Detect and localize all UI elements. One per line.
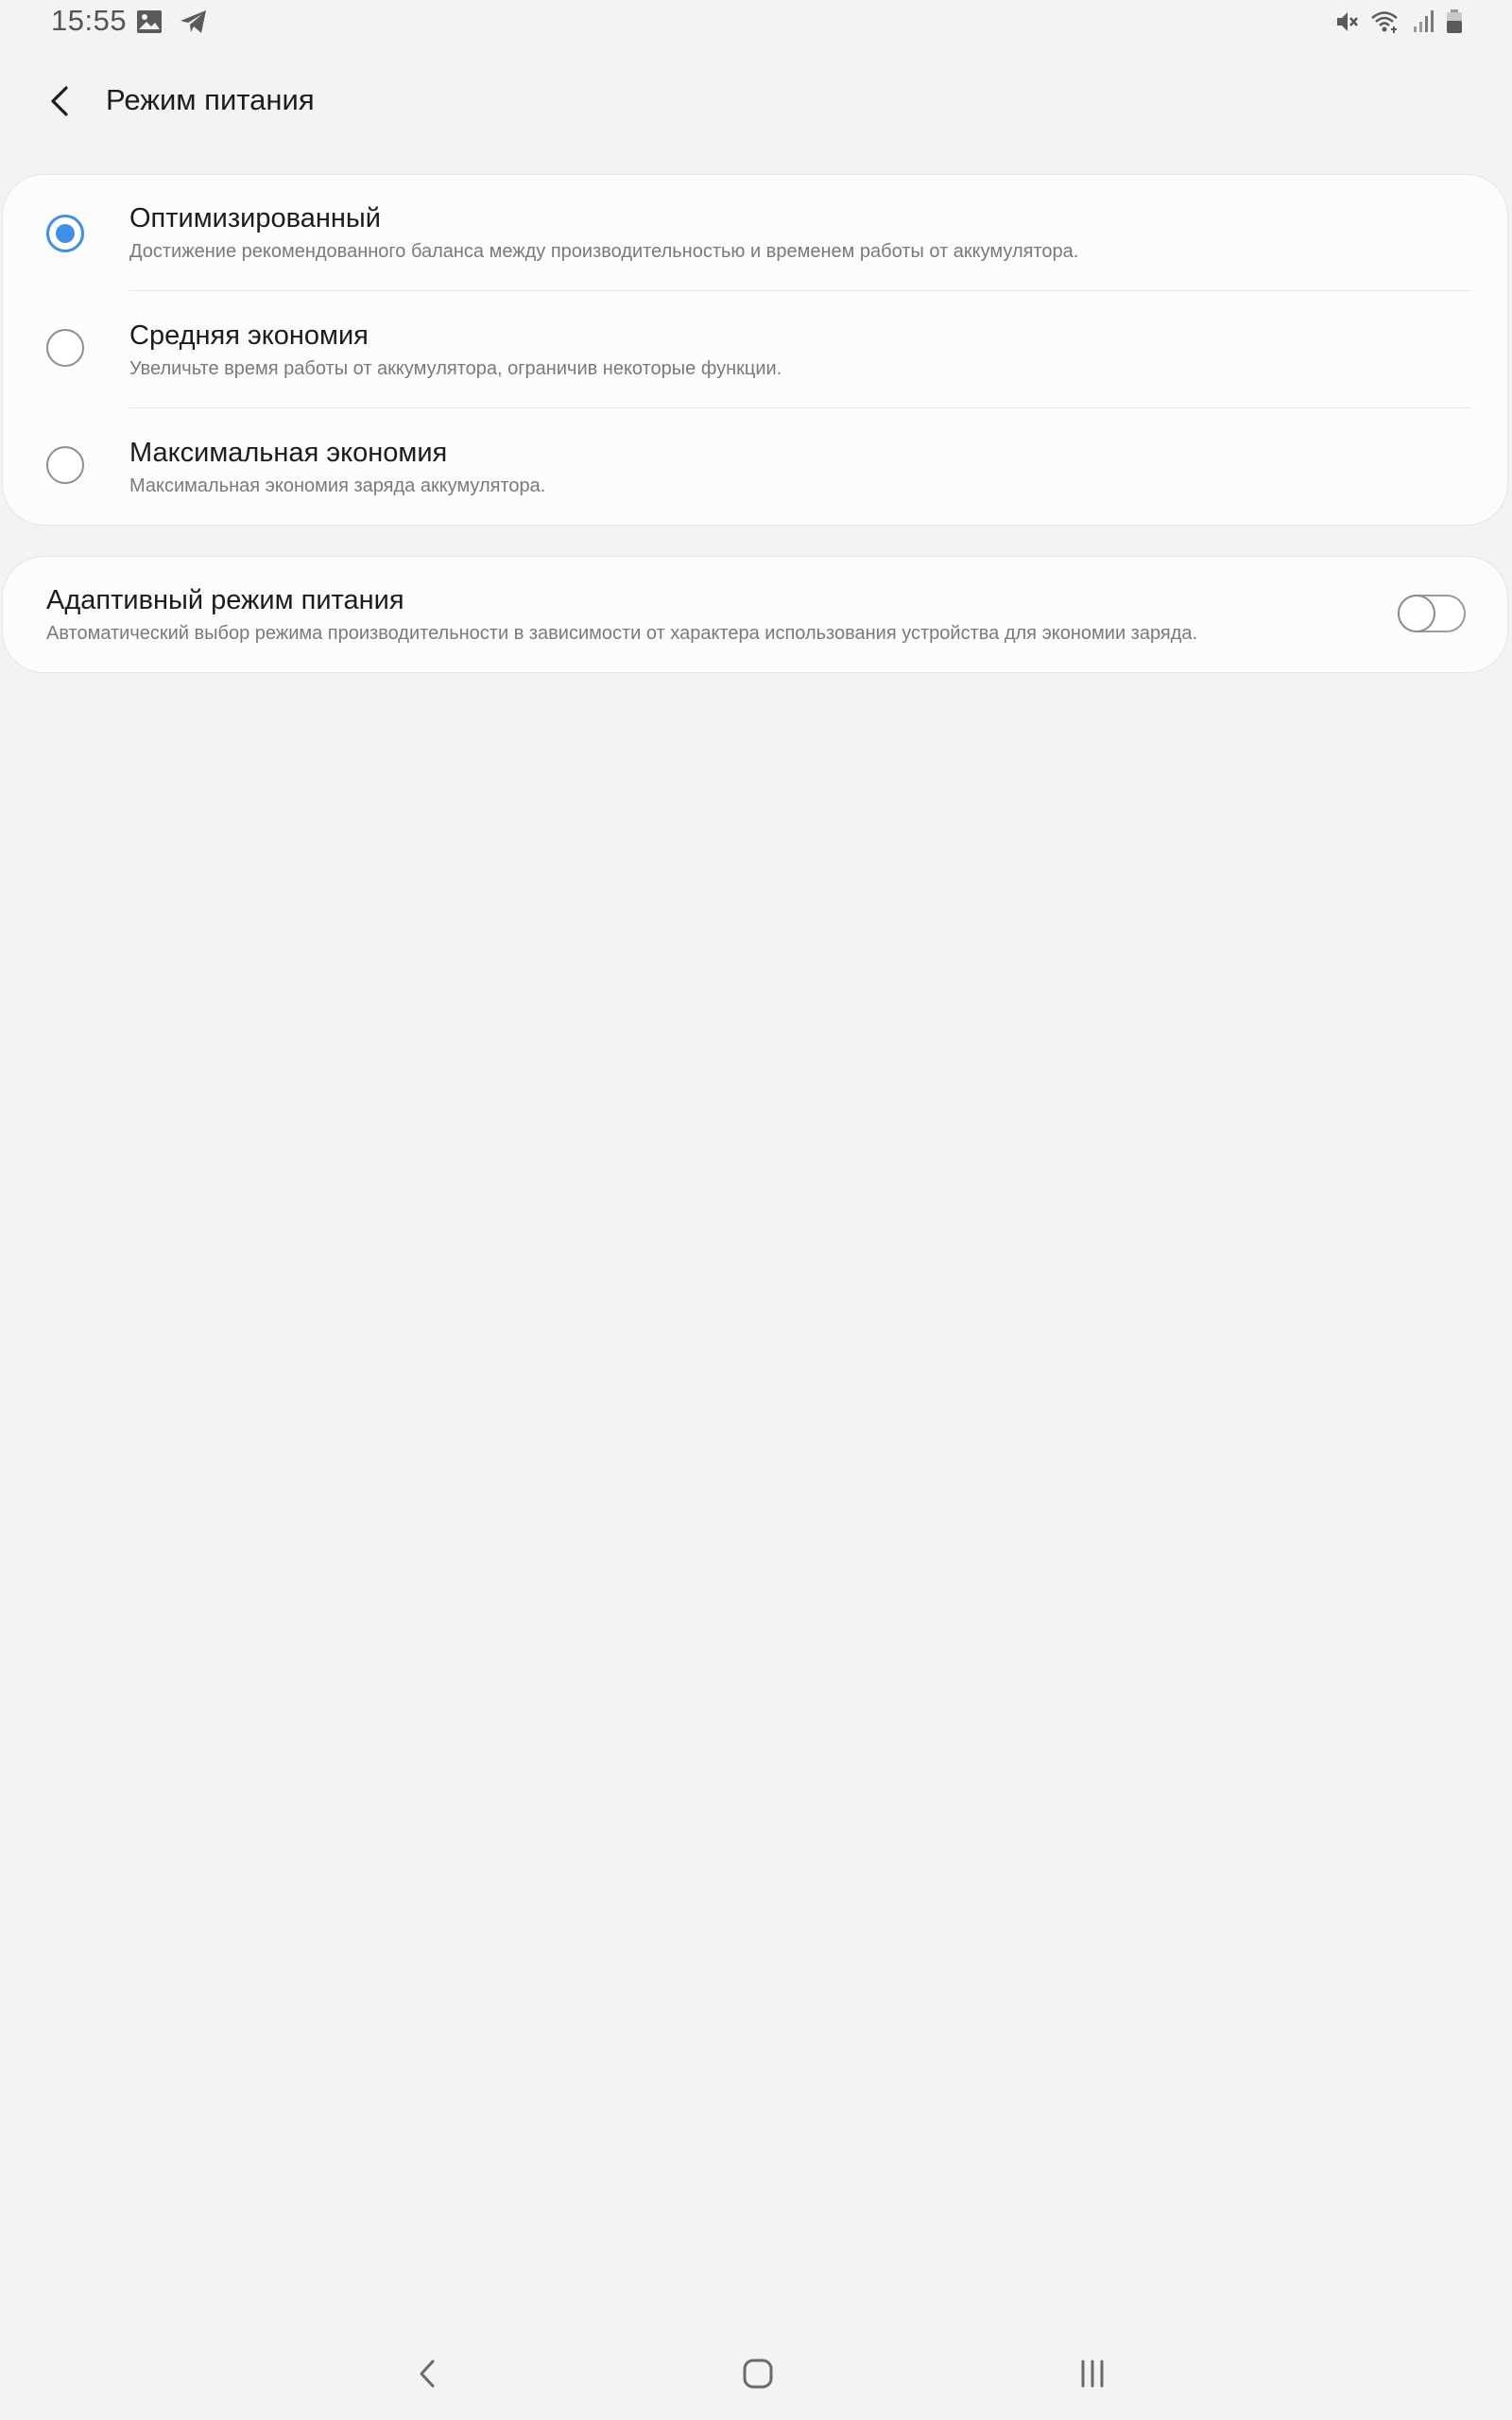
power-mode-description: Увеличьте время работы от аккумулятора, … [129,358,782,379]
divider [129,407,1471,408]
page-title: Режим питания [106,83,315,116]
navigation-bar [0,2325,1512,2420]
divider [129,290,1471,291]
recents-icon [1081,2360,1104,2388]
chevron-left-icon [51,86,68,116]
nav-home-button[interactable] [731,2350,784,2397]
adaptive-power-toggle[interactable] [1398,595,1466,632]
radio-medium-saving[interactable] [46,329,84,367]
wifi-icon [1370,9,1400,39]
power-mode-list: Оптимизированный Достижение рекомендован… [2,174,1508,526]
radio-max-saving[interactable] [46,446,84,484]
back-button[interactable] [38,79,81,123]
nav-recents-button[interactable] [1066,2350,1119,2397]
mute-icon [1334,9,1359,39]
gallery-icon [136,9,163,39]
radio-optimized[interactable] [46,215,84,252]
power-mode-title: Оптимизированный [129,203,381,233]
telegram-icon [180,9,208,39]
status-notification-icons [136,9,208,39]
back-icon [420,2360,435,2388]
power-mode-description: Достижение рекомендованного баланса межд… [129,241,1079,262]
status-system-icons [1334,9,1463,39]
status-time: 15:55 [51,4,128,37]
power-mode-max-saving[interactable]: Максимальная экономия Максимальная эконо… [3,409,1507,527]
status-bar: 15:55 [0,0,1512,45]
adaptive-power-description: Автоматический выбор режима производител… [46,623,1198,644]
toggle-knob [1398,595,1435,632]
power-mode-optimized[interactable]: Оптимизированный Достижение рекомендован… [3,175,1507,292]
adaptive-power-title: Адаптивный режим питания [46,585,404,615]
power-mode-description: Максимальная экономия заряда аккумулятор… [129,475,546,496]
app-bar: Режим питания [0,66,1512,132]
home-icon [743,2359,773,2389]
nav-back-button[interactable] [401,2350,454,2397]
battery-icon [1446,9,1463,39]
adaptive-power-setting[interactable]: Адаптивный режим питания Автоматический … [2,556,1508,673]
power-mode-title: Максимальная экономия [129,438,448,468]
power-mode-medium-saving[interactable]: Средняя экономия Увеличьте время работы … [3,292,1507,409]
power-mode-title: Средняя экономия [129,320,369,351]
signal-icon [1412,9,1435,39]
